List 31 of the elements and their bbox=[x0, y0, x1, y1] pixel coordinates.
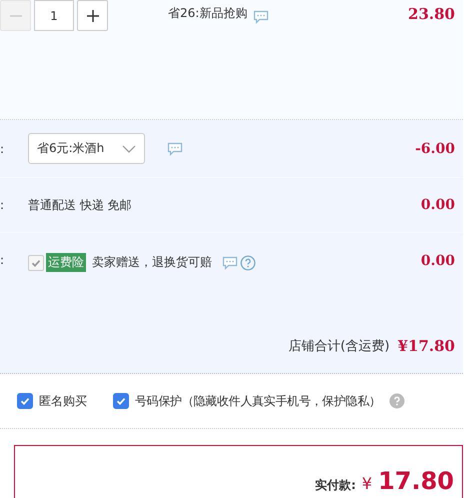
chat-icon[interactable] bbox=[253, 10, 270, 24]
chat-icon[interactable] bbox=[167, 142, 183, 156]
promo-text: 省26:新品抢购 bbox=[168, 5, 248, 22]
quantity-field[interactable]: 1 bbox=[34, 0, 74, 31]
row-amount: 0.00 bbox=[420, 253, 455, 269]
coupon-select[interactable]: 省6元:米酒h bbox=[28, 133, 145, 164]
insurance-text: 卖家赠送，退换货可赔 bbox=[92, 254, 212, 271]
shop-total-amount: ¥17.80 bbox=[398, 337, 455, 355]
plus-button[interactable] bbox=[77, 0, 108, 31]
currency-symbol: ¥ bbox=[362, 474, 372, 493]
option-checkbox[interactable]: 匿名购买 bbox=[17, 392, 87, 410]
chat-icon[interactable] bbox=[222, 256, 238, 270]
row-amount: 0.00 bbox=[420, 197, 455, 213]
insurance-tag: 运费险 bbox=[46, 253, 86, 272]
shop-total-label: 店铺合计(含运费) bbox=[288, 338, 390, 355]
row-amount: -6.00 bbox=[415, 140, 455, 156]
caret-icon bbox=[122, 144, 136, 152]
minus-icon bbox=[10, 14, 22, 16]
checkmark-icon bbox=[115, 395, 127, 407]
payment-amount: 17.80 bbox=[378, 466, 454, 496]
help-icon[interactable] bbox=[388, 393, 405, 409]
checkmark-icon bbox=[19, 395, 31, 407]
help-icon[interactable] bbox=[240, 254, 256, 270]
option-checkbox[interactable]: 号码保护（隐藏收件人真实手机号，保护隐私） bbox=[113, 392, 381, 410]
row-label: : bbox=[0, 142, 6, 156]
plus-icon bbox=[86, 8, 100, 22]
row-label: : bbox=[0, 253, 6, 267]
payment-label: 实付款: bbox=[315, 477, 356, 494]
delivery-text: 普通配送 快递 免邮 bbox=[28, 196, 132, 214]
item-price: 23.80 bbox=[408, 5, 455, 23]
row-label: : bbox=[0, 198, 6, 212]
